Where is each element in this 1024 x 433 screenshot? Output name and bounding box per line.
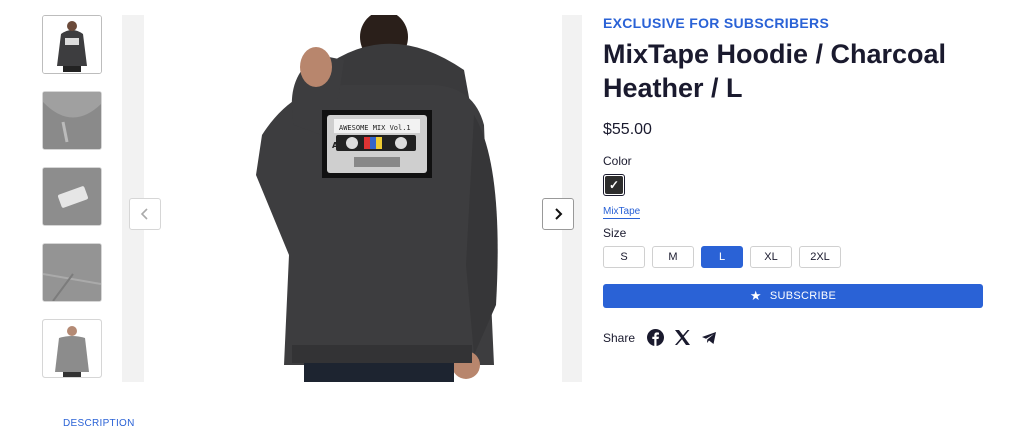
- star-icon: ★: [749, 288, 762, 303]
- facebook-icon[interactable]: [647, 329, 665, 346]
- check-icon: ✓: [605, 176, 623, 194]
- product-price: $55.00: [603, 121, 652, 138]
- thumbnail-print-detail[interactable]: [42, 167, 102, 226]
- thumbnail-fabric-detail[interactable]: [42, 243, 102, 302]
- thumbnail-list: [42, 15, 102, 395]
- color-swatch-charcoal[interactable]: ✓: [603, 174, 625, 196]
- tab-description[interactable]: DESCRIPTION: [63, 418, 135, 429]
- size-option-m[interactable]: M: [652, 246, 694, 268]
- share-row: Share: [603, 329, 983, 346]
- tape-side-label: A: [332, 141, 339, 150]
- gallery-prev-button[interactable]: [129, 198, 161, 230]
- subscribe-button-label: SUBSCRIBE: [769, 290, 837, 302]
- tape-label: AWESOME MIX Vol.1: [339, 124, 411, 132]
- chevron-left-icon: [140, 208, 148, 220]
- size-option-s[interactable]: S: [603, 246, 645, 268]
- product-info: EXCLUSIVE FOR SUBSCRIBERS MixTape Hoodie…: [603, 15, 983, 346]
- subscribe-button[interactable]: ★ SUBSCRIBE: [603, 284, 983, 308]
- size-option-2xl[interactable]: 2XL: [799, 246, 841, 268]
- collection-link[interactable]: MixTape: [603, 206, 641, 219]
- gallery-next-button[interactable]: [542, 198, 574, 230]
- product-gallery: AWESOME MIX Vol.1 A: [122, 11, 582, 382]
- size-option-l[interactable]: L: [701, 246, 743, 268]
- subscriber-exclusive-label: EXCLUSIVE FOR SUBSCRIBERS: [603, 15, 830, 31]
- size-selector: S M L XL 2XL: [603, 246, 983, 268]
- thumbnail-hood-detail[interactable]: [42, 91, 102, 150]
- size-label: Size: [603, 226, 627, 240]
- telegram-icon[interactable]: [701, 331, 717, 345]
- thumbnail-back-view[interactable]: [42, 15, 102, 74]
- share-label: Share: [603, 330, 636, 345]
- product-title-line-1: MixTape Hoodie / Charcoal: [603, 39, 947, 69]
- thumbnail-front-view[interactable]: [42, 319, 102, 378]
- size-option-xl[interactable]: XL: [750, 246, 792, 268]
- product-title-line-2: Heather / L: [603, 73, 743, 103]
- x-twitter-icon[interactable]: [674, 329, 691, 346]
- product-title: MixTape Hoodie / Charcoal Heather / L: [603, 37, 983, 105]
- color-label: Color: [603, 154, 632, 168]
- chevron-right-icon: [555, 208, 563, 220]
- product-main-image: AWESOME MIX Vol.1 A: [144, 11, 562, 382]
